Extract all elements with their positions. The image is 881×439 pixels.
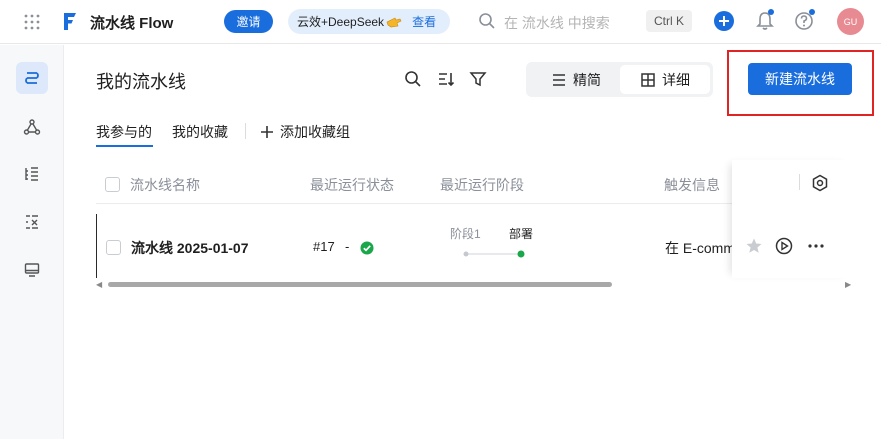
view-detail-label: 详细 (662, 71, 690, 88)
search-shortcut: Ctrl K (646, 10, 692, 32)
view-switcher: 精简 详细 (526, 62, 713, 97)
column-header-name[interactable]: 流水线名称 (130, 175, 200, 195)
scroll-left-arrow[interactable]: ◀ (96, 280, 102, 289)
column-header-stage[interactable]: 最近运行阶段 (440, 175, 524, 195)
search-input[interactable]: 在 流水线 中搜索 (504, 13, 610, 33)
rail-item-graph[interactable] (16, 111, 48, 143)
view-compact-button[interactable]: 精简 (536, 65, 616, 94)
left-rail (0, 45, 64, 439)
highlight-box (727, 50, 874, 116)
scroll-right-arrow[interactable]: ▶ (845, 280, 851, 289)
trigger-info[interactable]: 在 E-comm (665, 238, 735, 258)
notification-dot (768, 9, 774, 15)
list-x-icon (26, 215, 38, 229)
filter-icon[interactable] (469, 70, 487, 88)
stage-1-label[interactable]: 阶段1 (450, 225, 481, 242)
plus-icon (719, 16, 729, 26)
plus-icon (261, 126, 273, 138)
success-check-icon (360, 241, 374, 255)
search-icon[interactable] (478, 12, 496, 30)
tab-underline (96, 145, 153, 147)
view-compact-label: 精简 (573, 71, 601, 88)
promo-view-link[interactable]: 查看 (412, 13, 436, 30)
horizontal-scrollbar[interactable]: ◀ ▶ (96, 279, 852, 289)
run-play-icon[interactable] (775, 237, 793, 255)
run-number[interactable]: #17 (313, 239, 335, 254)
apps-grid-icon[interactable] (24, 14, 40, 30)
view-detail-button[interactable]: 详细 (620, 65, 710, 94)
sort-icon[interactable] (437, 70, 455, 88)
list-icon (553, 73, 565, 86)
flow-logo-icon[interactable] (61, 10, 79, 32)
add-group-label: 添加收藏组 (280, 124, 350, 140)
column-header-status[interactable]: 最近运行状态 (310, 175, 394, 195)
pipeline-name[interactable]: 流水线 2025-01-07 (131, 238, 249, 258)
help-dot (809, 9, 815, 15)
tab-divider (245, 123, 246, 139)
tab-favorites[interactable]: 我的收藏 (172, 122, 228, 142)
add-favorite-group-button[interactable]: 添加收藏组 (260, 122, 350, 142)
select-all-checkbox[interactable] (105, 177, 120, 192)
row-checkbox[interactable] (106, 240, 121, 255)
page-title: 我的流水线 (96, 72, 186, 92)
rail-item-pipelines[interactable] (16, 62, 48, 94)
scroll-thumb[interactable] (108, 282, 612, 287)
list-tree-icon (25, 167, 38, 181)
pipeline-icon (25, 72, 39, 84)
column-header-trigger[interactable]: 触发信息 (664, 175, 720, 195)
pointing-hand-icon (386, 17, 402, 27)
stage-2-label[interactable]: 部署 (509, 225, 533, 242)
app-name[interactable]: 流水线 Flow (90, 12, 173, 33)
rail-item-list[interactable] (16, 158, 48, 190)
monitor-icon (24, 263, 40, 277)
promo-text: 云效+DeepSeek (297, 15, 385, 29)
grid-icon (641, 72, 655, 87)
stage-progress (463, 250, 525, 258)
top-bar: 流水线 Flow 邀请 云效+DeepSeek 查看 在 流水线 中搜索 Ctr… (0, 0, 881, 44)
invite-button[interactable]: 邀请 (224, 10, 273, 33)
avatar[interactable]: GU (837, 8, 864, 35)
rail-item-cleanup[interactable] (16, 206, 48, 238)
more-icon[interactable] (807, 237, 825, 255)
create-plus-button[interactable] (714, 11, 734, 31)
column-settings-icon[interactable] (811, 174, 829, 192)
graph-nodes-icon (23, 119, 41, 135)
rail-item-monitor[interactable] (16, 254, 48, 286)
run-separator: - (345, 239, 350, 254)
column-divider (799, 174, 800, 190)
promo-banner[interactable]: 云效+DeepSeek 查看 (288, 9, 450, 34)
tab-participated[interactable]: 我参与的 (96, 122, 152, 142)
search-pipeline-icon[interactable] (404, 70, 422, 88)
actions-column (732, 160, 852, 278)
star-icon[interactable] (745, 237, 763, 255)
